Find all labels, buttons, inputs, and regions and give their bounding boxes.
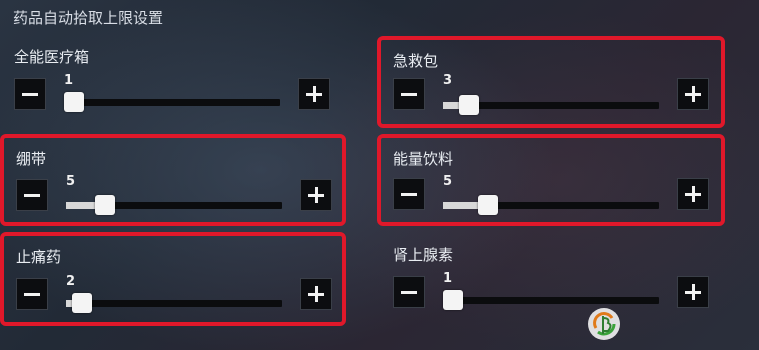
slider-track[interactable]	[443, 195, 659, 215]
slider-handle[interactable]	[64, 92, 84, 112]
setting-item-energy-drink: 能量饮料 5	[377, 134, 725, 226]
decrease-button[interactable]	[16, 278, 48, 310]
increase-button[interactable]	[300, 278, 332, 310]
item-value: 1	[443, 271, 453, 286]
item-value: 5	[443, 174, 453, 189]
setting-item-medkit: 全能医疗箱 1	[2, 36, 332, 124]
increase-button[interactable]	[677, 178, 709, 210]
slider-handle[interactable]	[478, 195, 499, 215]
setting-item-adrenaline: 肾上腺素 1	[381, 234, 711, 322]
minus-icon	[401, 291, 417, 294]
slider-track[interactable]	[443, 290, 659, 310]
increase-button[interactable]	[677, 276, 709, 308]
increase-button[interactable]	[300, 179, 332, 211]
minus-icon	[24, 293, 40, 296]
item-value: 3	[443, 73, 453, 88]
setting-item-bandage: 绷带 5	[0, 134, 346, 226]
decrease-button[interactable]	[393, 78, 425, 110]
minus-icon	[22, 93, 38, 96]
setting-item-first-aid-kit: 急救包 3	[377, 36, 725, 128]
decrease-button[interactable]	[16, 179, 48, 211]
minus-icon	[24, 194, 40, 197]
minus-icon	[401, 193, 417, 196]
increase-button[interactable]	[298, 78, 330, 110]
item-value: 1	[64, 73, 74, 88]
increase-button[interactable]	[677, 78, 709, 110]
item-label: 止痛药	[16, 248, 62, 266]
item-label: 能量饮料	[393, 150, 454, 168]
minus-icon	[401, 93, 417, 96]
item-label: 绷带	[16, 150, 47, 168]
slider-handle[interactable]	[71, 293, 92, 313]
slider-track[interactable]	[443, 95, 659, 115]
watermark-logo	[588, 308, 620, 340]
panel-title: 药品自动拾取上限设置	[13, 9, 164, 27]
slider-handle[interactable]	[458, 95, 479, 115]
item-value: 2	[66, 274, 76, 289]
decrease-button[interactable]	[393, 276, 425, 308]
slider-track[interactable]	[64, 92, 280, 112]
item-label: 肾上腺素	[393, 246, 454, 264]
decrease-button[interactable]	[14, 78, 46, 110]
decrease-button[interactable]	[393, 178, 425, 210]
slider-handle[interactable]	[95, 195, 116, 215]
item-value: 5	[66, 174, 76, 189]
setting-item-painkiller: 止痛药 2	[0, 232, 346, 326]
item-label: 全能医疗箱	[14, 48, 90, 66]
item-label: 急救包	[393, 52, 439, 70]
slider-track[interactable]	[66, 293, 282, 313]
slider-track[interactable]	[66, 195, 282, 215]
slider-handle[interactable]	[443, 290, 463, 310]
